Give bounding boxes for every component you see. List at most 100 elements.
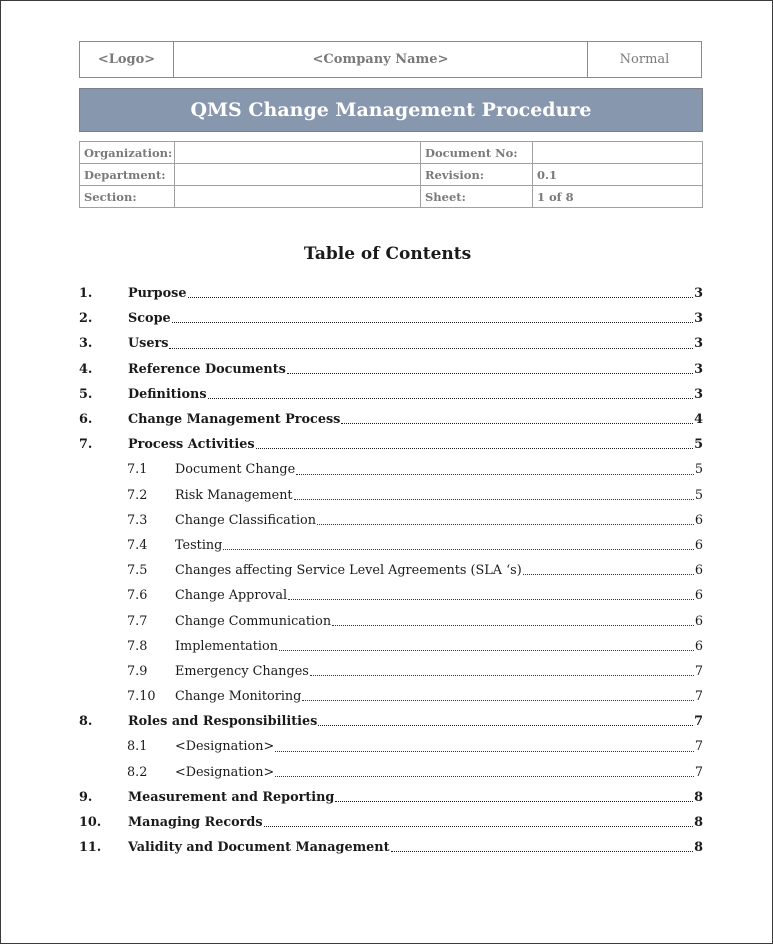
toc-entry[interactable]: 9. Measurement and Reporting 8 [79,785,703,810]
toc-entry-page: 5 [694,487,703,503]
sheet-label: Sheet: [420,185,533,208]
toc-entry-number: 7.8 [127,638,148,654]
toc-entry-number: 7.4 [127,537,148,553]
toc-entry-number: 7.9 [127,663,148,679]
toc-entry-page: 5 [694,437,703,453]
toc-entry[interactable]: 10. Managing Records 8 [79,810,703,835]
toc-entry[interactable]: 4. Reference Documents 3 [79,357,703,382]
toc-entry-page: 3 [694,336,703,352]
toc-entry-title: Process Activities [128,437,255,453]
toc-entry-title: Scope [128,311,171,327]
toc-entry[interactable]: 7.6 Change Approval 6 [79,583,703,608]
toc-entry-title: Measurement and Reporting [128,789,335,805]
toc-entry-page: 6 [694,563,703,579]
toc-entry-number: 10. [79,815,102,831]
toc-entry-number: 7.2 [127,487,148,503]
toc-leader-dots [207,397,694,399]
toc-entry[interactable]: 7.5 Changes affecting Service Level Agree… [79,558,703,583]
toc-entry[interactable]: 7.1 Document Change 5 [79,457,703,482]
toc-entry-page: 6 [694,537,703,553]
toc-leader-dots [263,825,694,828]
toc-leader-dots [286,372,694,374]
info-row: Section: Sheet: 1 of 8 [79,185,703,208]
company-name: <Company Name> [174,42,588,77]
toc-entry-number: 4. [79,361,93,377]
toc-entry-title: Change Management Process [128,412,341,428]
toc-entry-page: 6 [694,638,703,654]
toc-entry[interactable]: 11. Validity and Document Management 8 [79,835,703,860]
toc-entry-number: 9. [79,789,93,805]
toc-entry-number: 8. [79,714,93,730]
toc-entry-page: 6 [694,588,703,604]
toc-entry[interactable]: 6. Change Management Process 4 [79,407,703,432]
toc-entry-page: 7 [694,689,703,705]
toc-entry-title: Testing [175,537,223,553]
toc-entry[interactable]: 3. Users 3 [79,331,703,356]
toc-entry-title: Change Monitoring [175,689,302,705]
toc-entry[interactable]: 7.9 Emergency Changes 7 [79,659,703,684]
table-of-contents: 1. Purpose 3 2. Scope 3 3. Users 3 4. Reference … [79,281,703,860]
document-page: <Logo> <Company Name> Normal QMS Change … [0,0,773,944]
toc-leader-dots [223,548,694,551]
department-value [174,163,421,186]
toc-entry-title: Roles and Responsibilities [128,714,318,730]
toc-entry[interactable]: 8.2 <Designation> 7 [79,760,703,785]
toc-entry-number: 11. [79,840,102,856]
section-label: Section: [79,185,175,208]
document-title: QMS Change Management Procedure [79,88,703,132]
toc-entry-page: 4 [694,412,703,428]
toc-leader-dots [171,321,694,324]
department-label: Department: [79,163,175,186]
toc-entry-number: 8.2 [127,764,148,780]
toc-entry-page: 7 [694,764,703,780]
toc-entry-number: 5. [79,386,93,402]
toc-leader-dots [296,473,694,475]
toc-entry[interactable]: 5. Definitions 3 [79,382,703,407]
info-row: Organization: Document No: [79,141,703,164]
toc-entry-title: Changes affecting Service Level Agreemen… [175,563,522,579]
toc-entry-title: Change Communication [175,613,332,629]
toc-entry[interactable]: 7.4 Testing 6 [79,533,703,558]
toc-entry-page: 8 [694,789,703,805]
toc-entry[interactable]: 7.2 Risk Management 5 [79,483,703,508]
toc-leader-dots [341,422,694,425]
toc-entry-title: Validity and Document Management [128,840,390,856]
toc-entry[interactable]: 7.3 Change Classification 6 [79,508,703,533]
toc-entry-page: 3 [694,386,703,402]
toc-entry[interactable]: 2. Scope 3 [79,306,703,331]
toc-entry-title: Implementation [175,638,278,654]
toc-entry-title: Users [128,336,169,352]
toc-entry[interactable]: 7.8 Implementation 6 [79,634,703,659]
toc-entry-page: 7 [694,739,703,755]
toc-entry[interactable]: 8.1 <Designation> 7 [79,734,703,759]
toc-entry[interactable]: 8. Roles and Responsibilities 7 [79,709,703,734]
revision-value: 0.1 [532,163,703,186]
toc-leader-dots [309,674,694,676]
toc-entry-title: Reference Documents [128,361,286,377]
toc-entry-page: 7 [694,663,703,679]
toc-entry-number: 7.5 [127,563,148,579]
toc-entry-title: Risk Management [175,487,293,503]
section-value [174,185,421,208]
toc-heading: Table of Contents [303,244,472,264]
toc-entry-title: Document Change [175,462,296,478]
toc-entry-number: 6. [79,412,93,428]
toc-entry[interactable]: 7.7 Change Communication 6 [79,608,703,633]
toc-entry-title: Managing Records [128,815,263,831]
toc-entry[interactable]: 7.10 Change Monitoring 7 [79,684,703,709]
info-row: Department: Revision: 0.1 [79,163,703,186]
toc-leader-dots [293,498,694,500]
toc-leader-dots [278,649,694,651]
toc-entry-number: 7.6 [127,588,148,604]
toc-entry[interactable]: 7. Process Activities 5 [79,432,703,457]
toc-entry-title: Purpose [128,286,187,302]
toc-leader-dots [255,447,694,450]
toc-entry[interactable]: 1. Purpose 3 [79,281,703,306]
toc-entry-title: <Designation> [175,764,275,780]
toc-leader-dots [169,347,694,349]
toc-leader-dots [332,624,694,626]
toc-entry-number: 7.10 [127,689,156,705]
toc-entry-number: 3. [79,336,93,352]
document-info-table: Organization: Document No: Department: R… [79,141,703,208]
toc-entry-page: 3 [694,361,703,377]
